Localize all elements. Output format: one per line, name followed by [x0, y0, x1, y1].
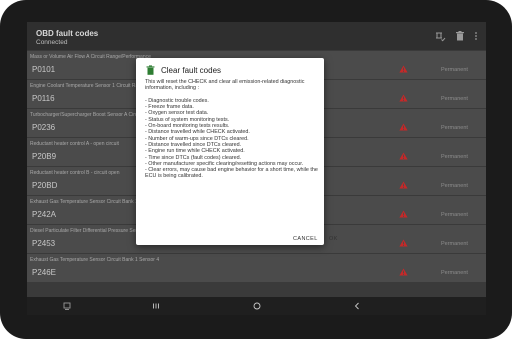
trash-icon: [146, 65, 155, 75]
fault-code: P20BD: [32, 181, 58, 190]
dialog-message: This will reset the CHECK and clear all …: [145, 79, 318, 180]
app-bar: OBD fault codes Connected: [27, 22, 486, 50]
warning-triangle-icon: [399, 268, 408, 276]
fault-description: Exhaust Gas Temperature Sensor Circuit B…: [30, 257, 160, 263]
fault-status: Permanent: [441, 67, 468, 73]
fault-code: P20B9: [32, 152, 57, 161]
fault-code: P2453: [32, 239, 56, 248]
fault-status: Permanent: [441, 154, 468, 160]
fault-description: Reductant heater control A - open circui…: [30, 141, 119, 147]
warning-triangle-icon: [399, 94, 408, 102]
clear-check-icon[interactable]: [434, 30, 446, 42]
fault-status: Permanent: [441, 183, 468, 189]
fault-code: P246E: [32, 268, 57, 277]
system-nav-bar: [27, 297, 486, 315]
fault-status: Permanent: [441, 241, 468, 247]
warning-triangle-icon: [399, 65, 408, 73]
warning-triangle-icon: [399, 239, 408, 247]
dialog-title: Clear fault codes: [161, 66, 222, 75]
fault-status: Permanent: [441, 125, 468, 131]
warning-triangle-icon: [399, 123, 408, 131]
back-icon[interactable]: [351, 300, 363, 312]
ok-button[interactable]: OK: [329, 236, 338, 242]
fault-status: Permanent: [441, 96, 468, 102]
more-vert-icon[interactable]: [470, 30, 482, 42]
fault-status: Permanent: [441, 270, 468, 276]
tablet-frame: OBD fault codes Connected Mass or Volume…: [0, 0, 512, 339]
app-title: OBD fault codes: [36, 29, 99, 38]
warning-triangle-icon: [399, 152, 408, 160]
clear-fault-codes-dialog: Clear fault codes This will reset the CH…: [136, 58, 337, 245]
fault-description: Reductant heater control B - circuit ope…: [30, 170, 120, 176]
warning-triangle-icon: [399, 210, 408, 218]
fault-status: Permanent: [441, 212, 468, 218]
fault-code: P242A: [32, 210, 57, 219]
list-item[interactable]: Exhaust Gas Temperature Sensor Circuit B…: [27, 254, 486, 283]
fault-description: Mass or Volume Air Flow A Circuit Range/…: [30, 54, 151, 60]
fault-code: P0101: [32, 65, 56, 74]
fault-code: P0116: [32, 94, 55, 103]
trash-icon[interactable]: [454, 30, 466, 42]
fault-code: P0236: [32, 123, 56, 132]
screenshot-icon[interactable]: [61, 300, 73, 312]
home-icon[interactable]: [251, 300, 263, 312]
connection-status: Connected: [36, 39, 68, 46]
recent-apps-icon[interactable]: [150, 300, 162, 312]
cancel-button[interactable]: CANCEL: [293, 236, 318, 242]
warning-triangle-icon: [399, 181, 408, 189]
